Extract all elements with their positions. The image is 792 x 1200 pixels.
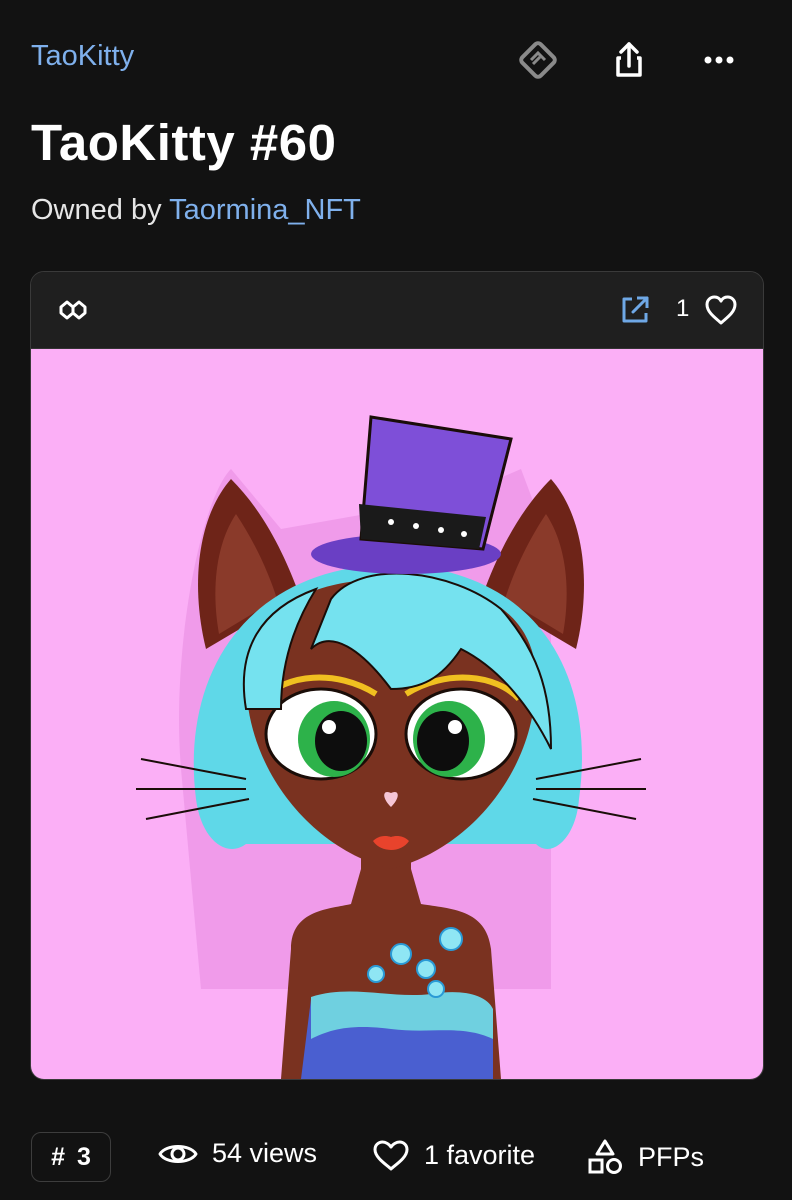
- owner-link[interactable]: Taormina_NFT: [169, 194, 361, 226]
- favorites-stat-text: 1 favorite: [424, 1139, 536, 1170]
- collection-link[interactable]: TaoKitty: [31, 40, 134, 73]
- rank-badge: # 3: [31, 1132, 111, 1182]
- stats-row: # 3 54 views 1 favorite PFPs: [0, 1125, 792, 1189]
- views-count: 54 views: [212, 1138, 318, 1168]
- nft-card: 1: [30, 271, 764, 1080]
- top-bar: TaoKitty: [0, 0, 792, 120]
- favorites-stat: 1 favorite: [372, 1138, 535, 1172]
- external-link-icon[interactable]: [619, 294, 651, 326]
- owner-line: Owned by Taormina_NFT: [31, 194, 361, 227]
- rank-symbol: #: [51, 1142, 65, 1171]
- cat-illustration: [136, 415, 646, 1079]
- card-header: 1: [31, 272, 763, 349]
- polygon-chain-icon: [59, 300, 87, 320]
- views-stat: 54 views: [158, 1138, 317, 1169]
- rank-value: 3: [77, 1142, 91, 1171]
- nft-artwork: [31, 349, 763, 1079]
- heart-outline-icon: [373, 1140, 409, 1171]
- page-title: TaoKitty #60: [31, 114, 337, 171]
- more-icon[interactable]: [697, 38, 741, 82]
- owned-by-label: Owned by: [31, 194, 162, 226]
- favorites-count: 1: [676, 295, 690, 322]
- heart-icon[interactable]: [703, 292, 739, 328]
- share-icon[interactable]: [607, 38, 651, 82]
- offer-handshake-icon[interactable]: [516, 38, 560, 82]
- category-label: PFPs: [638, 1141, 705, 1172]
- shapes-category-icon: [588, 1139, 622, 1174]
- eye-icon: [158, 1144, 198, 1163]
- category-stat[interactable]: PFPs: [586, 1138, 704, 1176]
